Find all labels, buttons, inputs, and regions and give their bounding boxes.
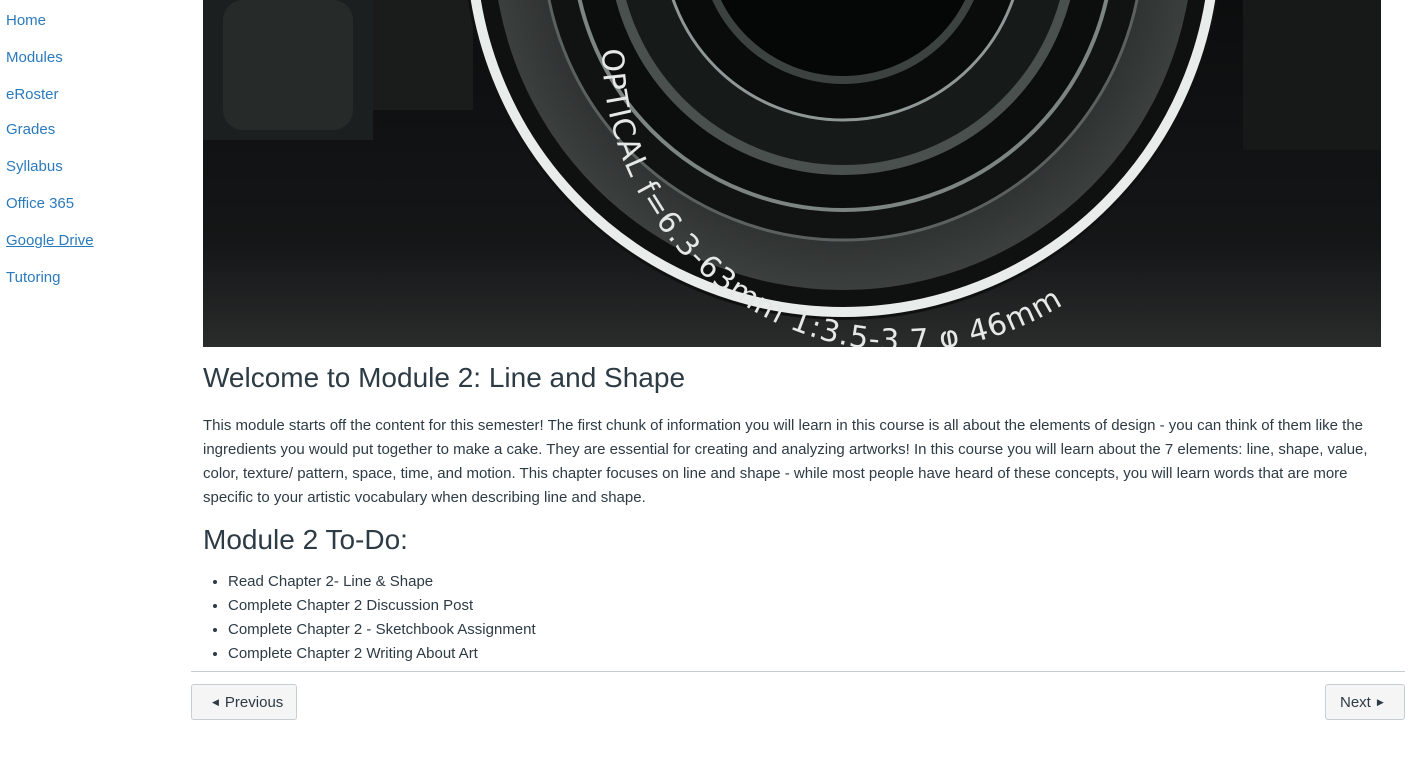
caret-right-icon: ▶ [1376, 696, 1384, 707]
next-button-label: Next [1340, 693, 1371, 711]
todo-item: Complete Chapter 2 Discussion Post [228, 594, 536, 618]
nav-link-google-drive[interactable]: Google Drive [6, 232, 94, 249]
nav-link-eroster[interactable]: eRoster [6, 86, 59, 103]
previous-button-label: Previous [224, 693, 284, 711]
module-intro-paragraph: This module starts off the content for t… [203, 417, 1368, 506]
todo-item: Read Chapter 2- Line & Shape [228, 570, 536, 594]
module-banner-image: OPTICAL f=6.3-63mm 1:3.5-3.7 φ 46mm [203, 0, 1381, 347]
next-button[interactable]: Next ▶ [1325, 684, 1405, 720]
nav-link-modules[interactable]: Modules [6, 49, 63, 66]
nav-link-grades[interactable]: Grades [6, 121, 55, 138]
todo-list: Read Chapter 2- Line & Shape Complete Ch… [203, 570, 536, 666]
todo-heading: Module 2 To-Do: [203, 524, 408, 555]
previous-button[interactable]: ◀ Previous [191, 684, 297, 720]
camera-lens-photo: OPTICAL f=6.3-63mm 1:3.5-3.7 φ 46mm [203, 0, 1381, 347]
nav-link-tutoring[interactable]: Tutoring [6, 269, 60, 286]
todo-item: Complete Chapter 2 - Sketchbook Assignme… [228, 618, 536, 642]
nav-link-home[interactable]: Home [6, 12, 46, 29]
caret-left-icon: ◀ [212, 696, 219, 707]
footer-divider [191, 671, 1405, 672]
page-title: Welcome to Module 2: Line and Shape [203, 362, 686, 393]
todo-item: Complete Chapter 2 Writing About Art [228, 642, 536, 666]
nav-link-syllabus[interactable]: Syllabus [6, 158, 63, 175]
nav-link-office-365[interactable]: Office 365 [6, 195, 74, 212]
